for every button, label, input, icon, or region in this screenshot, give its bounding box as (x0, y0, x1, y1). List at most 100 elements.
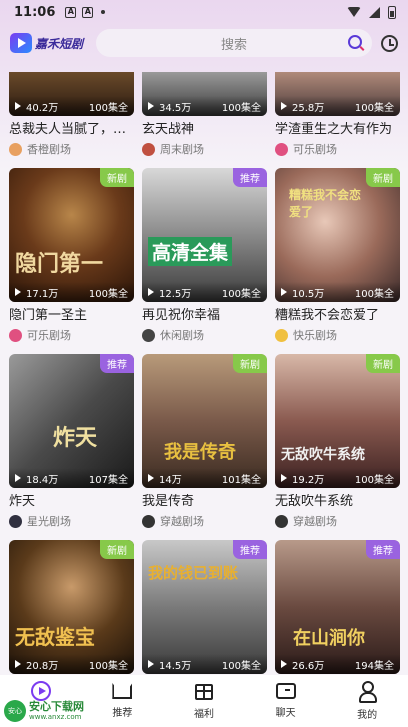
drama-card[interactable]: 新剧 隐门第一 17.1万 100集全 隐门第一圣主 可乐剧场 (9, 168, 134, 354)
drama-card[interactable]: 新剧 我是传奇 14万 101集全 我是传奇 穿越剧场 (142, 354, 267, 540)
poster[interactable]: 推荐 高清全集 12.5万 100集全 (142, 168, 267, 302)
poster[interactable]: 40.2万 100集全 (9, 72, 134, 116)
poster-text: 隐门第一 (15, 251, 104, 277)
drama-card[interactable]: 新剧 无敌吹牛系统 19.2万 100集全 无敌吹牛系统 穿越剧场 (275, 354, 400, 540)
poster[interactable]: 新剧 我是传奇 14万 101集全 (142, 354, 267, 488)
badge-recommended: 推荐 (233, 540, 267, 559)
drama-title[interactable]: 隐门第一圣主 (9, 308, 134, 324)
source-avatar (142, 328, 155, 342)
episode-count: 100集全 (354, 288, 394, 300)
play-icon[interactable] (30, 681, 51, 701)
app-header: 嘉禾短剧 搜索 (0, 28, 408, 58)
view-count: 12.5万 (159, 288, 192, 300)
drama-source: 穿越剧场 (142, 514, 267, 528)
badge-recommended: 推荐 (100, 354, 134, 373)
poster[interactable]: 25.8万 100集全 (275, 72, 400, 116)
drama-title[interactable]: 我是传奇 (142, 494, 267, 510)
poster[interactable]: 推荐 我的钱已到账 14.5万 100集全 (142, 540, 267, 674)
play-icon (148, 474, 154, 482)
drama-card[interactable]: 40.2万 100集全 总裁夫人当腻了，今... 香橙剧场 (9, 72, 134, 168)
nav-label: 我的 (357, 710, 378, 721)
view-count: 26.6万 (292, 660, 325, 672)
gift-icon[interactable] (194, 684, 213, 700)
crown-icon[interactable] (112, 683, 133, 699)
drama-card[interactable]: 新剧 无敌鉴宝 20.8万 100集全 (9, 540, 134, 674)
poster[interactable]: 新剧 无敌鉴宝 20.8万 100集全 (9, 540, 134, 674)
poster-stats: 19.2万 100集全 (275, 468, 400, 488)
poster-stats: 40.2万 100集全 (9, 96, 134, 116)
episode-count: 100集全 (221, 102, 261, 114)
history-icon[interactable] (381, 34, 398, 52)
poster[interactable]: 34.5万 100集全 (142, 72, 267, 116)
drama-card[interactable]: 推荐 在山涧你 26.6万 194集全 (275, 540, 400, 674)
drama-title[interactable]: 再见祝你幸福 (142, 308, 267, 324)
drama-title[interactable]: 无敌吹牛系统 (275, 494, 400, 510)
wifi-icon (347, 7, 361, 17)
drama-title[interactable]: 炸天 (9, 494, 134, 510)
poster[interactable]: 新剧 糟糕我不会恋爱了 10.5万 100集全 (275, 168, 400, 302)
poster-stats: 34.5万 100集全 (142, 96, 267, 116)
drama-card[interactable]: 推荐 高清全集 12.5万 100集全 再见祝你幸福 休闲剧场 (142, 168, 267, 354)
view-count: 17.1万 (26, 288, 59, 300)
play-icon (281, 102, 287, 110)
nav-item-chat[interactable]: 聊天 (245, 681, 327, 719)
badge-new: 新剧 (100, 168, 134, 187)
drama-card[interactable]: 25.8万 100集全 学渣重生之大有作为 可乐剧场 (275, 72, 400, 168)
nav-label: 福利 (193, 709, 214, 720)
user-icon[interactable] (357, 681, 378, 703)
drama-title[interactable]: 糟糕我不会恋爱了 (275, 308, 400, 324)
drama-title[interactable]: 玄天战神 (142, 122, 267, 138)
play-icon (15, 102, 21, 110)
poster-stats: 25.8万 100集全 (275, 96, 400, 116)
drama-card[interactable]: 推荐 炸天 18.4万 107集全 炸天 星光剧场 (9, 354, 134, 540)
watermark-text: 安心下载网 www.anxz.com (29, 700, 84, 722)
drama-title[interactable]: 总裁夫人当腻了，今... (9, 122, 134, 138)
status-bar: 11:06 A A (0, 0, 408, 24)
badge-new: 新剧 (100, 540, 134, 559)
nav-label: 聊天 (275, 708, 296, 719)
search-input[interactable]: 搜索 (96, 29, 372, 57)
drama-card[interactable]: 34.5万 100集全 玄天战神 周末剧场 (142, 72, 267, 168)
poster-stats: 14万 101集全 (142, 468, 267, 488)
view-count: 18.4万 (26, 474, 59, 486)
drama-card[interactable]: 新剧 糟糕我不会恋爱了 10.5万 100集全 糟糕我不会恋爱了 快乐剧场 (275, 168, 400, 354)
episode-count: 100集全 (221, 660, 261, 672)
play-icon (15, 288, 21, 296)
episode-count: 100集全 (221, 288, 261, 300)
poster-text: 糟糕我不会恋爱了 (289, 188, 362, 219)
source-avatar (9, 142, 22, 156)
source-name: 休闲剧场 (160, 329, 204, 342)
poster[interactable]: 新剧 隐门第一 17.1万 100集全 (9, 168, 134, 302)
poster-stats: 17.1万 100集全 (9, 282, 134, 302)
a-notification-icon: A (65, 6, 77, 18)
source-avatar (275, 328, 288, 342)
source-avatar (9, 514, 22, 528)
poster-stats: 26.6万 194集全 (275, 654, 400, 674)
nav-item-profile[interactable]: 我的 (326, 681, 408, 721)
play-icon (281, 474, 287, 482)
poster[interactable]: 推荐 在山涧你 26.6万 194集全 (275, 540, 400, 674)
site-watermark: 安心 安心下载网 www.anxz.com (4, 699, 104, 723)
episode-count: 100集全 (88, 102, 128, 114)
source-avatar (275, 514, 288, 528)
episode-count: 100集全 (354, 474, 394, 486)
poster-stats: 14.5万 100集全 (142, 654, 267, 674)
view-count: 10.5万 (292, 288, 325, 300)
badge-new: 新剧 (366, 354, 400, 373)
chat-icon[interactable] (275, 683, 296, 699)
source-name: 穿越剧场 (160, 515, 204, 528)
nav-item-welfare[interactable]: 福利 (163, 681, 245, 720)
poster[interactable]: 新剧 无敌吹牛系统 19.2万 100集全 (275, 354, 400, 488)
poster-stats: 10.5万 100集全 (275, 282, 400, 302)
view-count: 14.5万 (159, 660, 192, 672)
badge-new: 新剧 (366, 168, 400, 187)
grid-row: 推荐 炸天 18.4万 107集全 炸天 星光剧场 新剧 我是传奇 14万 10… (9, 354, 400, 540)
logo-icon (10, 33, 32, 53)
poster-text: 在山涧你 (293, 628, 365, 649)
drama-title[interactable]: 学渣重生之大有作为 (275, 122, 400, 138)
search-icon[interactable] (348, 35, 362, 49)
drama-card[interactable]: 推荐 我的钱已到账 14.5万 100集全 (142, 540, 267, 674)
view-count: 14万 (159, 474, 182, 486)
source-avatar (9, 328, 22, 342)
poster[interactable]: 推荐 炸天 18.4万 107集全 (9, 354, 134, 488)
